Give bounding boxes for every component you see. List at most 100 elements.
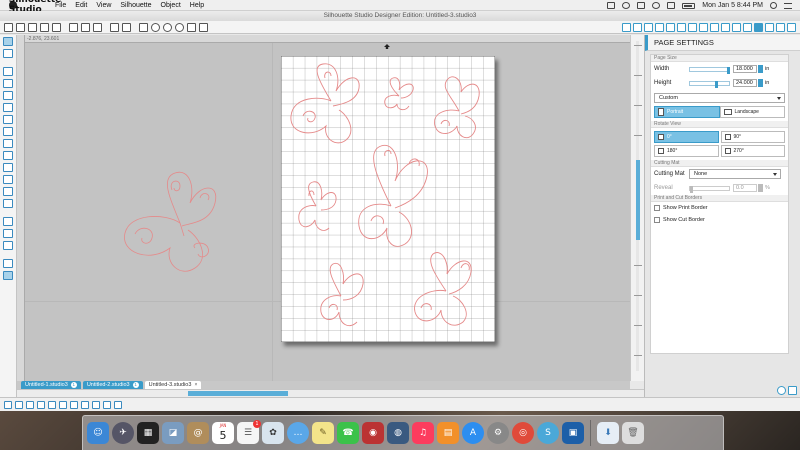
line-color-icon[interactable] — [644, 23, 653, 32]
shadow-icon[interactable] — [677, 23, 686, 32]
paste-icon[interactable] — [93, 22, 102, 32]
line-tool-icon[interactable] — [3, 67, 13, 76]
chrome-icon[interactable]: ◎ — [512, 422, 534, 444]
butterfly-design-outside[interactable] — [110, 168, 240, 283]
tab-untitled-2[interactable]: Untitled-2.studio3 1 — [82, 381, 143, 389]
ellipse-tool-icon[interactable] — [3, 127, 13, 136]
landscape-option[interactable]: Landscape — [719, 106, 785, 118]
library-icon[interactable] — [40, 22, 49, 32]
page-settings-icon[interactable] — [754, 23, 763, 32]
reveal-stepper[interactable] — [758, 184, 763, 192]
pattern-icon[interactable] — [666, 23, 675, 32]
menu-object[interactable]: Object — [161, 2, 181, 9]
notes-icon[interactable]: ✎ — [312, 422, 334, 444]
ibooks-icon[interactable]: ▤ — [437, 422, 459, 444]
drag-zoom-icon[interactable] — [187, 22, 196, 32]
ungroup-icon[interactable] — [37, 400, 45, 409]
trace-icon[interactable] — [743, 23, 752, 32]
duplicate-icon[interactable] — [70, 400, 78, 409]
show-cut-border-checkbox[interactable] — [654, 217, 660, 223]
arc-tool-icon[interactable] — [3, 139, 13, 148]
freehand-tool-icon[interactable] — [3, 151, 13, 160]
width-input[interactable]: 18.000 — [733, 65, 757, 73]
text-tool-icon[interactable] — [3, 175, 13, 184]
show-layers-icon[interactable] — [3, 259, 13, 268]
send-to-cutter-icon[interactable] — [787, 23, 796, 32]
reveal-slider[interactable] — [689, 185, 730, 193]
offset-bottom-icon[interactable] — [103, 400, 111, 409]
cutting-mat-select[interactable]: None — [689, 169, 781, 179]
portrait-option[interactable]: Portrait — [654, 106, 720, 118]
menu-help[interactable]: Help — [190, 2, 204, 9]
text-style-icon[interactable] — [688, 23, 697, 32]
preview-icon[interactable]: ◪ — [162, 422, 184, 444]
new-document-icon[interactable] — [4, 22, 13, 32]
silhouette-connect-icon[interactable]: ▣ — [562, 422, 584, 444]
cut-settings-icon[interactable] — [776, 23, 785, 32]
time-machine-icon[interactable] — [622, 2, 631, 9]
release-compound-icon[interactable] — [59, 400, 67, 409]
undo-icon[interactable] — [110, 22, 119, 32]
tab-untitled-3[interactable]: Untitled-3.studio3 × — [144, 381, 202, 389]
modify-icon[interactable] — [721, 23, 730, 32]
rounded-rectangle-tool-icon[interactable] — [3, 115, 13, 124]
print-icon[interactable] — [52, 22, 61, 32]
registration-marks-icon[interactable] — [765, 23, 774, 32]
menu-silhouette[interactable]: Silhouette — [120, 2, 151, 9]
trace-bottom-icon[interactable] — [114, 400, 122, 409]
downloads-stack-icon[interactable]: ⬇ — [597, 422, 619, 444]
photo-booth-icon[interactable]: ◉ — [362, 422, 384, 444]
eraser-tool-icon[interactable] — [3, 187, 13, 196]
design-store-icon[interactable] — [622, 23, 631, 32]
rotate-180-option[interactable]: 180° — [654, 145, 719, 157]
send-icon[interactable] — [788, 386, 797, 395]
messages-icon[interactable]: … — [287, 422, 309, 444]
slider-knob[interactable] — [690, 185, 693, 193]
calendar-icon[interactable]: JAN 5 — [212, 422, 234, 444]
menubar-clock[interactable]: Mon Jan 5 8:44 PM — [702, 2, 763, 9]
tab-untitled-1[interactable]: Untitled-1.studio3 1 — [21, 381, 81, 389]
cut-icon[interactable] — [69, 22, 78, 32]
select-all-icon[interactable] — [4, 400, 12, 409]
edit-points-icon[interactable] — [3, 49, 13, 58]
launchpad-icon[interactable]: ✈ — [112, 422, 134, 444]
compound-path-icon[interactable] — [48, 400, 56, 409]
rotate-90-option[interactable]: 90° — [720, 131, 785, 143]
facetime-icon[interactable]: ☎ — [337, 422, 359, 444]
store-panel-icon[interactable] — [3, 241, 13, 250]
polygon-tool-icon[interactable] — [3, 79, 13, 88]
grid-view-icon[interactable] — [3, 271, 13, 280]
design-canvas[interactable]: -2.876, 23.601 — [17, 35, 630, 381]
fit-page-icon[interactable] — [199, 22, 208, 32]
width-stepper[interactable] — [758, 65, 763, 73]
airplay-icon[interactable] — [637, 2, 646, 9]
pan-hand-icon[interactable] — [139, 22, 148, 32]
menu-view[interactable]: View — [96, 2, 111, 9]
height-slider[interactable] — [689, 80, 730, 88]
contacts-icon[interactable]: @ — [187, 422, 209, 444]
settings-gear-icon[interactable] — [777, 386, 786, 395]
delete-icon[interactable] — [81, 400, 89, 409]
rectangle-tool-icon[interactable] — [3, 103, 13, 112]
select-tool-icon[interactable] — [3, 37, 13, 46]
replicate-icon[interactable] — [710, 23, 719, 32]
zoom-in-icon[interactable] — [151, 22, 160, 32]
reveal-input[interactable]: 0.0 — [733, 184, 757, 192]
curve-tool-icon[interactable] — [3, 91, 13, 100]
width-slider[interactable] — [689, 66, 730, 74]
zoom-select-icon[interactable] — [175, 22, 184, 32]
polygon-shape-icon[interactable] — [3, 163, 13, 172]
deselect-icon[interactable] — [15, 400, 23, 409]
itunes-icon[interactable]: ♫ — [412, 422, 434, 444]
redo-icon[interactable] — [122, 22, 131, 32]
height-stepper[interactable] — [758, 79, 763, 87]
reminders-icon[interactable]: ☰ 1 — [237, 420, 261, 444]
horizontal-scroll-thumb[interactable] — [188, 391, 288, 396]
silhouette-studio-icon[interactable]: S — [537, 422, 559, 444]
fill-color-icon[interactable] — [633, 23, 642, 32]
zoom-out-icon[interactable] — [163, 22, 172, 32]
page-size-select[interactable]: Custom — [654, 93, 785, 103]
app-store-icon[interactable]: A — [462, 422, 484, 444]
trash-icon[interactable]: 🗑 — [622, 422, 644, 444]
offset-icon[interactable] — [732, 23, 741, 32]
